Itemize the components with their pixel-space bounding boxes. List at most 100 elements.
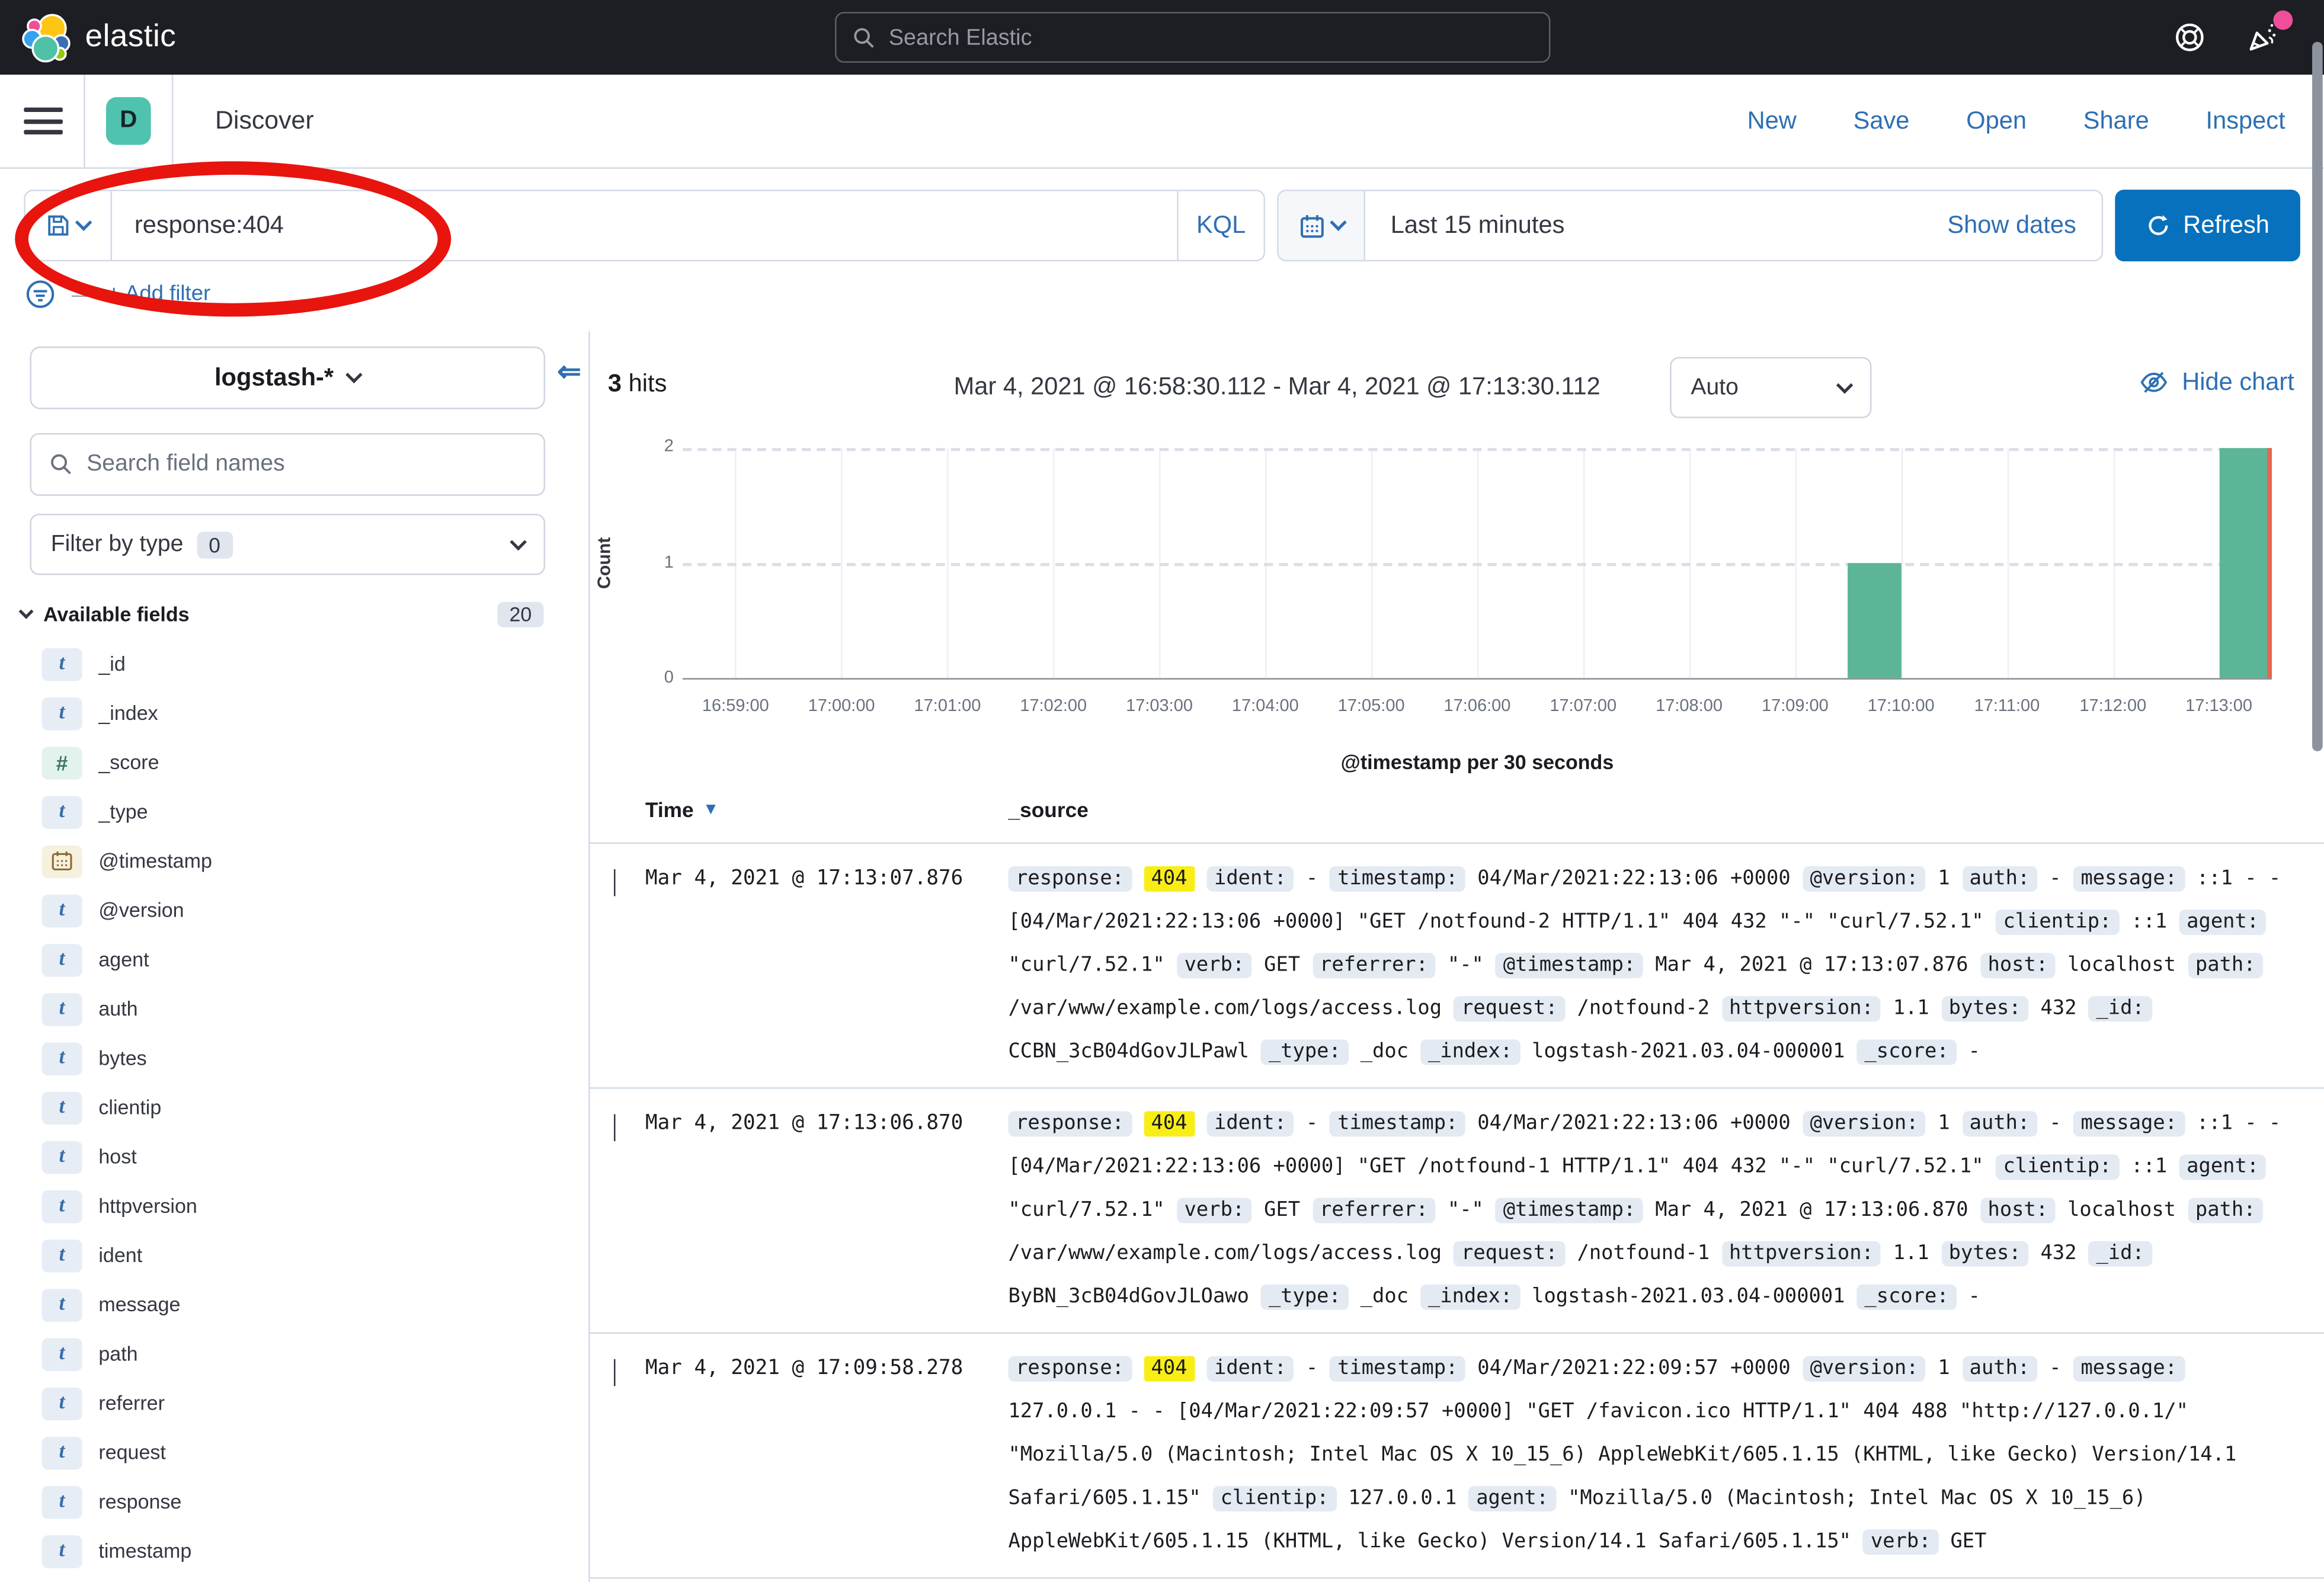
field-item-agent[interactable]: tagent <box>0 935 588 984</box>
x-tick-label: 17:03:00 <box>1126 697 1193 715</box>
saved-query-menu-button[interactable] <box>25 191 112 260</box>
nav-action-new[interactable]: New <box>1747 107 1797 135</box>
row-source: response: 404 ident: - timestamp: 04/Mar… <box>1008 1102 2324 1319</box>
news-button[interactable] <box>2246 21 2279 53</box>
chart-x-ticks: 16:59:0017:00:0017:01:0017:02:0017:03:00… <box>683 697 2272 721</box>
filter-by-type-select[interactable]: Filter by type 0 <box>30 514 545 575</box>
filter-by-type-label: Filter by type <box>51 531 184 558</box>
field-key-pill: auth: <box>1962 1356 2037 1382</box>
menu-button[interactable] <box>24 107 63 134</box>
help-button[interactable] <box>2173 21 2206 53</box>
hide-chart-label: Hide chart <box>2182 368 2294 396</box>
field-name: message <box>98 1293 180 1316</box>
date-picker-menu-button[interactable] <box>1279 191 1365 260</box>
divider <box>84 74 85 168</box>
hits-count: 3 hits <box>608 370 667 399</box>
string-type-icon: t <box>42 1386 82 1419</box>
refresh-button[interactable]: Refresh <box>2115 190 2300 261</box>
highlighted-value: 404 <box>1144 1356 1195 1382</box>
field-item-message[interactable]: t message <box>0 1280 588 1329</box>
field-key-pill: _type: <box>1261 1039 1348 1065</box>
filter-menu-icon[interactable] <box>24 278 56 310</box>
field-item-response[interactable]: tresponse <box>0 1477 588 1526</box>
field-item-request[interactable]: trequest <box>0 1428 588 1477</box>
table-row: Mar 4, 2021 @ 17:13:06.870response: 404 … <box>590 1089 2324 1334</box>
time-range-value[interactable]: Last 15 minutes <box>1365 191 1564 260</box>
field-item-bytes[interactable]: tbytes <box>0 1033 588 1083</box>
column-header-time[interactable]: Time ▼ <box>645 798 1009 843</box>
field-key-pill: _type: <box>1261 1285 1348 1310</box>
field-key-pill: _id: <box>2089 996 2152 1021</box>
x-tick-label: 17:00:00 <box>808 697 875 715</box>
nav-action-inspect[interactable]: Inspect <box>2206 107 2285 135</box>
index-pattern-name: logstash-* <box>215 364 334 392</box>
query-input[interactable]: response:404 <box>112 191 1177 260</box>
add-filter-button[interactable]: + Add filter <box>107 282 210 306</box>
chevron-down-icon <box>1329 214 1346 231</box>
saved-query-icon <box>46 213 70 237</box>
field-key-pill: request: <box>1454 1241 1565 1267</box>
nav-action-open[interactable]: Open <box>1966 107 2027 135</box>
nav-action-share[interactable]: Share <box>2083 107 2149 135</box>
query-language-button[interactable]: KQL <box>1177 191 1263 260</box>
expand-row-button[interactable] <box>590 1102 645 1319</box>
nav-action-save[interactable]: Save <box>1854 107 1910 135</box>
index-pattern-select[interactable]: logstash-* <box>30 347 545 409</box>
string-type-icon: t <box>42 1288 82 1321</box>
x-tick-label: 16:59:00 <box>702 697 769 715</box>
page-title: Discover <box>215 106 314 136</box>
collapse-sidebar-icon[interactable]: ⇐ <box>557 356 581 390</box>
refresh-label: Refresh <box>2183 212 2269 240</box>
y-tick-label: 0 <box>620 669 674 687</box>
field-item-path[interactable]: tpath <box>0 1329 588 1378</box>
field-item-@version[interactable]: t@version <box>0 886 588 935</box>
field-item-httpversion[interactable]: thttpversion <box>0 1181 588 1231</box>
query-bar: response:404 KQL Last 15 minutes Show da… <box>0 169 2324 261</box>
field-item-auth[interactable]: tauth <box>0 984 588 1033</box>
field-item-_type[interactable]: t_type <box>0 787 588 836</box>
histogram-bar-17:09:30[interactable] <box>1848 563 1901 678</box>
field-key-pill: httpversion: <box>1721 996 1881 1021</box>
space-avatar[interactable]: D <box>106 97 151 145</box>
available-fields-count: 20 <box>497 602 543 627</box>
field-name: @timestamp <box>98 850 212 872</box>
string-type-icon: t <box>42 1337 82 1370</box>
chevron-down-icon <box>75 214 92 231</box>
expand-row-button[interactable] <box>590 1347 645 1564</box>
field-item-referrer[interactable]: treferrer <box>0 1379 588 1428</box>
field-key-pill: referrer: <box>1312 1198 1435 1224</box>
chart-y-axis-title: Count <box>594 537 614 589</box>
field-item-_id[interactable]: t_id <box>0 639 588 688</box>
field-name: response <box>98 1491 181 1513</box>
string-type-icon: t <box>42 697 82 729</box>
histogram-bar-17:13:00[interactable] <box>2219 448 2272 678</box>
page-scrollbar[interactable] <box>2312 0 2323 1582</box>
available-fields-header[interactable]: Available fields 20 <box>21 602 543 627</box>
scrollbar-thumb[interactable] <box>2312 42 2323 751</box>
field-item-ident[interactable]: tident <box>0 1231 588 1280</box>
field-item-host[interactable]: thost <box>0 1132 588 1181</box>
highlighted-value: 404 <box>1144 866 1195 892</box>
hide-chart-button[interactable]: Hide chart <box>2139 367 2294 397</box>
string-type-icon: t <box>42 1190 82 1222</box>
field-key-pill: agent: <box>1469 1486 1556 1511</box>
elastic-logo-icon <box>21 12 72 63</box>
field-search-input[interactable]: Search field names <box>30 433 545 496</box>
field-item-@timestamp[interactable]: @timestamp <box>0 837 588 886</box>
field-item-_score[interactable]: #_score <box>0 738 588 787</box>
field-key-pill: auth: <box>1962 866 2037 892</box>
field-name: path <box>98 1343 137 1365</box>
chart-gridline <box>683 563 2272 566</box>
global-search-input[interactable]: Search Elastic <box>835 12 1550 63</box>
interval-select[interactable]: Auto <box>1670 357 1871 418</box>
elastic-logo[interactable]: elastic <box>21 12 176 63</box>
field-item-timestamp[interactable]: ttimestamp <box>0 1526 588 1575</box>
string-type-icon: t <box>42 1436 82 1469</box>
field-key-pill: clientip: <box>1996 1155 2119 1180</box>
kibana-discover-screen: elastic Search Elastic <box>0 0 2324 1582</box>
field-item-_index[interactable]: t_index <box>0 688 588 738</box>
show-dates-button[interactable]: Show dates <box>1922 191 2102 260</box>
field-key-pill: message: <box>2073 1356 2185 1382</box>
expand-row-button[interactable] <box>590 857 645 1074</box>
field-item-clientip[interactable]: tclientip <box>0 1083 588 1132</box>
